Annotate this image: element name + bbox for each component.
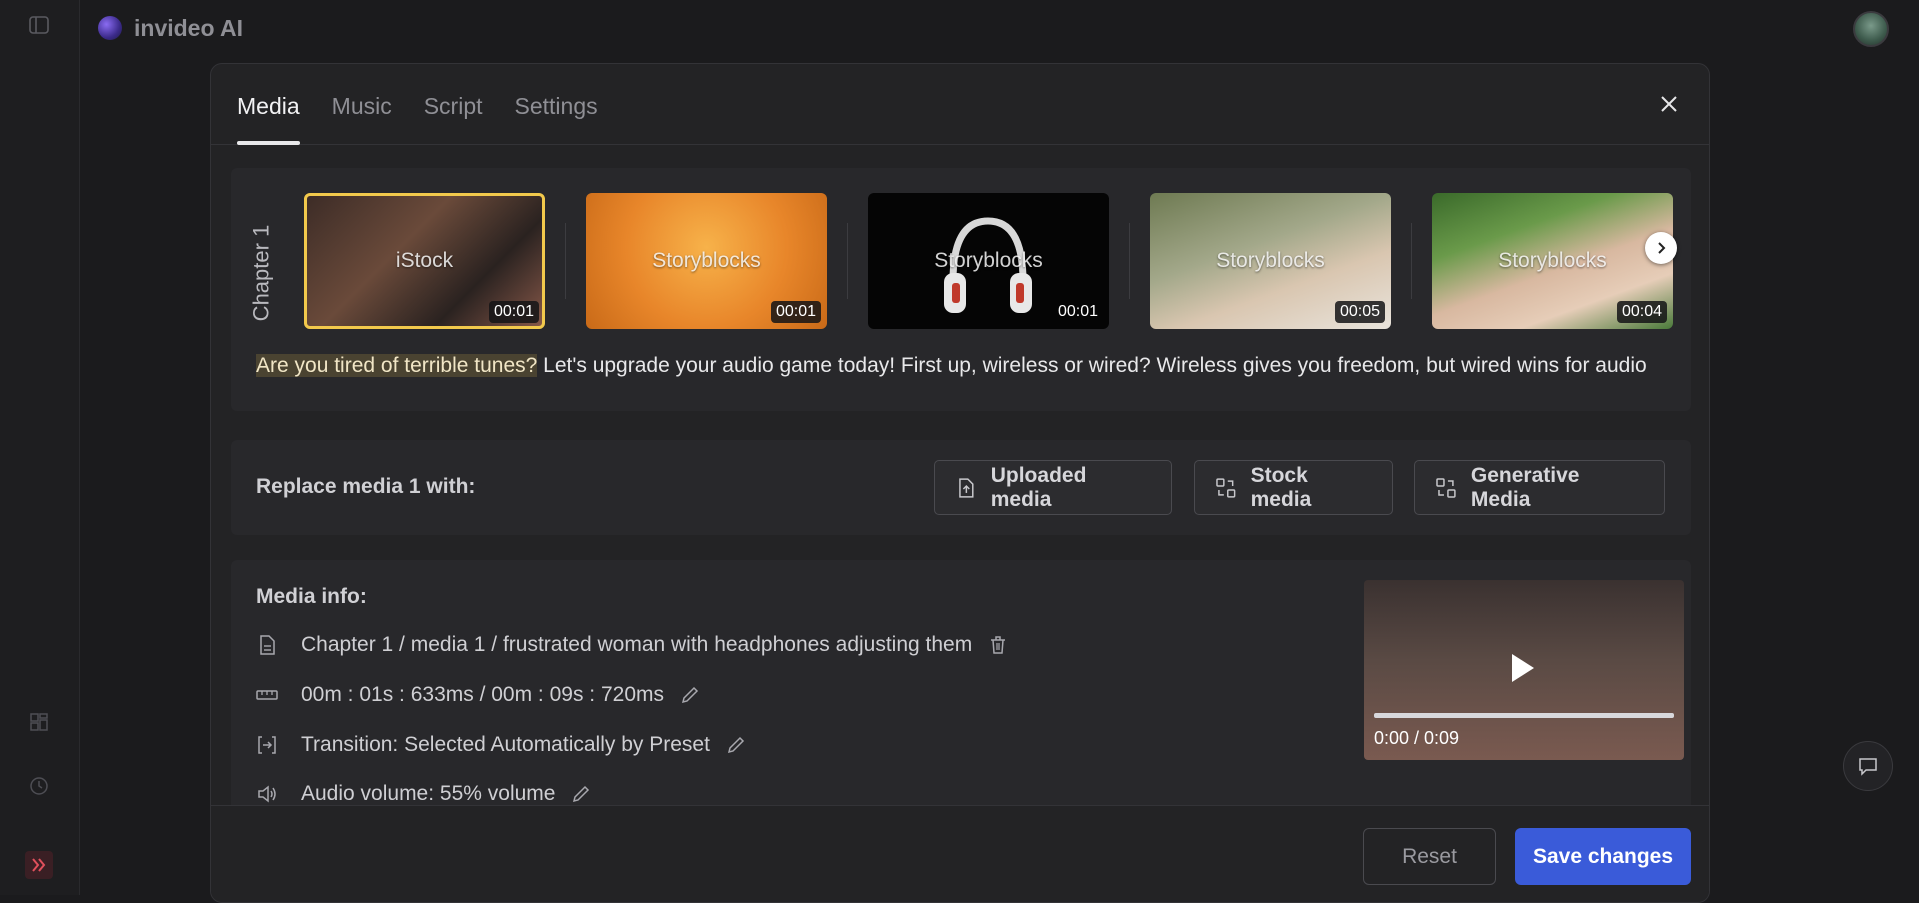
media-modal: Media Music Script Settings Chapter 1 iS…	[210, 63, 1710, 903]
audio-volume: Audio volume: 55% volume	[301, 782, 556, 805]
media-thumb-2[interactable]: Storyblocks 00:01	[586, 193, 827, 329]
media-thumb-1[interactable]: iStock 00:01	[304, 193, 545, 329]
pencil-icon[interactable]	[571, 784, 591, 804]
reset-button[interactable]: Reset	[1363, 828, 1496, 885]
tab-media[interactable]: Media	[237, 93, 300, 145]
ruler-icon	[256, 690, 278, 700]
uploaded-media-button[interactable]: Uploaded media	[934, 460, 1172, 515]
media-source: Storyblocks	[1216, 249, 1325, 272]
play-icon[interactable]	[1512, 654, 1534, 682]
chat-icon	[1859, 758, 1877, 776]
stock-media-label: Stock media	[1250, 463, 1312, 511]
avatar[interactable]	[1853, 11, 1889, 47]
pencil-icon[interactable]	[726, 735, 746, 755]
left-rail	[0, 0, 80, 895]
replace-label: Replace media 1 with:	[256, 475, 476, 498]
media-source: Storyblocks	[1498, 249, 1607, 272]
generative-media-button[interactable]: Generative Media	[1414, 460, 1665, 515]
swap-icon	[1216, 477, 1236, 498]
media-duration: 00:01	[770, 301, 821, 323]
uploaded-media-label: Uploaded media	[990, 463, 1087, 511]
divider	[1411, 223, 1412, 299]
generative-media-label: Generative Media	[1470, 463, 1580, 511]
speaker-icon	[258, 785, 276, 803]
media-path: Chapter 1 / media 1 / frustrated woman w…	[301, 633, 973, 656]
brand-logo[interactable]	[98, 16, 122, 40]
chapter-script[interactable]: Are you tired of terrible tunes? Let's u…	[256, 354, 1666, 378]
save-changes-button[interactable]: Save changes	[1515, 828, 1691, 885]
media-strip: iStock 00:01 Storyblocks 00:01 Storybloc…	[304, 193, 1679, 329]
media-duration: 00:05	[1334, 301, 1385, 323]
replace-panel: Replace media 1 with: Uploaded media Sto…	[231, 440, 1691, 535]
pencil-icon[interactable]	[680, 685, 700, 705]
tab-settings[interactable]: Settings	[515, 93, 598, 144]
media-thumb-5[interactable]: Storyblocks 00:04	[1432, 193, 1673, 329]
sidebar-toggle-icon[interactable]	[28, 14, 50, 36]
media-thumb-3[interactable]: Storyblocks 00:01	[868, 193, 1109, 329]
media-thumb-4[interactable]: Storyblocks 00:05	[1150, 193, 1391, 329]
modal-footer: Reset Save changes	[211, 805, 1709, 902]
tab-bar: Media Music Script Settings	[211, 64, 1709, 145]
media-source: Storyblocks	[652, 249, 761, 272]
swap-icon	[1436, 477, 1456, 498]
preview-time: 0:00 / 0:09	[1374, 728, 1460, 748]
brand-name[interactable]: invideo AI	[134, 15, 243, 42]
stock-media-button[interactable]: Stock media	[1194, 460, 1393, 515]
expand-icon[interactable]	[25, 851, 53, 879]
close-icon[interactable]	[1657, 92, 1681, 116]
tab-music[interactable]: Music	[332, 93, 392, 144]
media-duration: 00:04	[1616, 301, 1667, 323]
top-bar: invideo AI	[80, 0, 1919, 56]
next-media-button[interactable]	[1645, 232, 1677, 264]
divider	[565, 223, 566, 299]
media-source: Storyblocks	[934, 249, 1043, 272]
chapter-label: Chapter 1	[248, 224, 273, 322]
grid-icon[interactable]	[28, 711, 50, 733]
chat-button[interactable]	[1843, 741, 1893, 791]
media-duration: 00:01	[1057, 303, 1098, 320]
transition-icon	[258, 736, 276, 754]
media-timing-row: 00m : 01s : 633ms / 00m : 09s : 720ms	[256, 683, 700, 707]
transition-text: Transition: Selected Automatically by Pr…	[301, 733, 710, 756]
progress-bar[interactable]	[1374, 713, 1674, 718]
divider	[1129, 223, 1130, 299]
transition-row: Transition: Selected Automatically by Pr…	[256, 733, 746, 757]
upload-icon	[959, 477, 974, 498]
chevron-right-icon	[1658, 242, 1666, 254]
file-icon	[260, 635, 275, 655]
tab-script[interactable]: Script	[424, 93, 483, 144]
media-source: iStock	[395, 249, 454, 272]
script-rest: Let's upgrade your audio game today! Fir…	[537, 354, 1647, 377]
history-icon[interactable]	[28, 775, 50, 797]
trash-icon[interactable]	[988, 635, 1008, 655]
script-highlight: Are you tired of terrible tunes?	[256, 354, 538, 377]
chapter-panel: Chapter 1 iStock 00:01 Storyblocks 00:01	[231, 168, 1691, 411]
media-preview[interactable]: 0:00 / 0:09	[1364, 580, 1684, 760]
media-timing: 00m : 01s : 633ms / 00m : 09s : 720ms	[301, 683, 664, 706]
media-duration: 00:01	[488, 301, 539, 323]
media-info-label: Media info:	[256, 585, 367, 608]
audio-volume-row: Audio volume: 55% volume	[256, 782, 591, 806]
divider	[847, 223, 848, 299]
media-path-row: Chapter 1 / media 1 / frustrated woman w…	[256, 633, 1008, 657]
